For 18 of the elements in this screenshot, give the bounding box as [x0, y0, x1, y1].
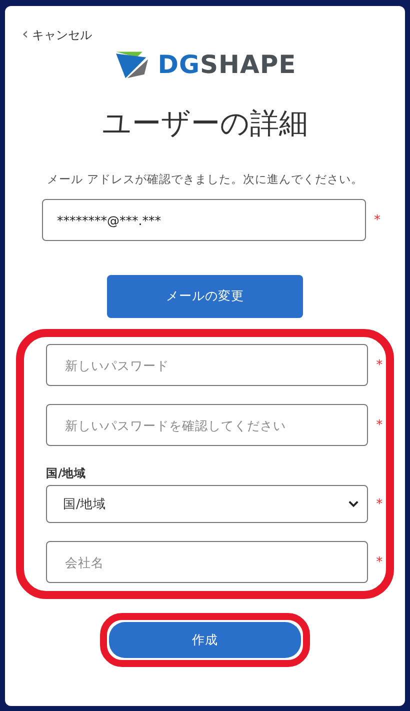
required-asterisk: *	[376, 418, 384, 432]
required-asterisk: *	[376, 554, 384, 570]
field-label: 国/地域	[46, 466, 88, 481]
cancel-link[interactable]: ‹ キャンセル	[22, 28, 92, 42]
create-button[interactable]: 作成	[109, 622, 301, 658]
confirmation-message: メール アドレスが確認できました。次に進んでください。	[46, 172, 364, 187]
change-email-button[interactable]: メールの変更	[107, 275, 303, 318]
chevron-down-icon	[348, 500, 360, 508]
required-asterisk: *	[376, 496, 384, 512]
input-field[interactable]: 新しいパスワードを確認してください	[46, 404, 368, 446]
required-asterisk: *	[376, 358, 384, 372]
logo-wordmark: DGSHAPE	[158, 50, 296, 78]
page-title: ユーザーの詳細	[101, 105, 309, 142]
input-field[interactable]: 会社名	[46, 541, 368, 583]
email-field[interactable]: ********@***.***	[42, 199, 366, 241]
country-select[interactable]: 国/地域	[46, 485, 368, 523]
required-asterisk: *	[374, 212, 382, 228]
input-field[interactable]: 新しいパスワード	[46, 344, 368, 386]
